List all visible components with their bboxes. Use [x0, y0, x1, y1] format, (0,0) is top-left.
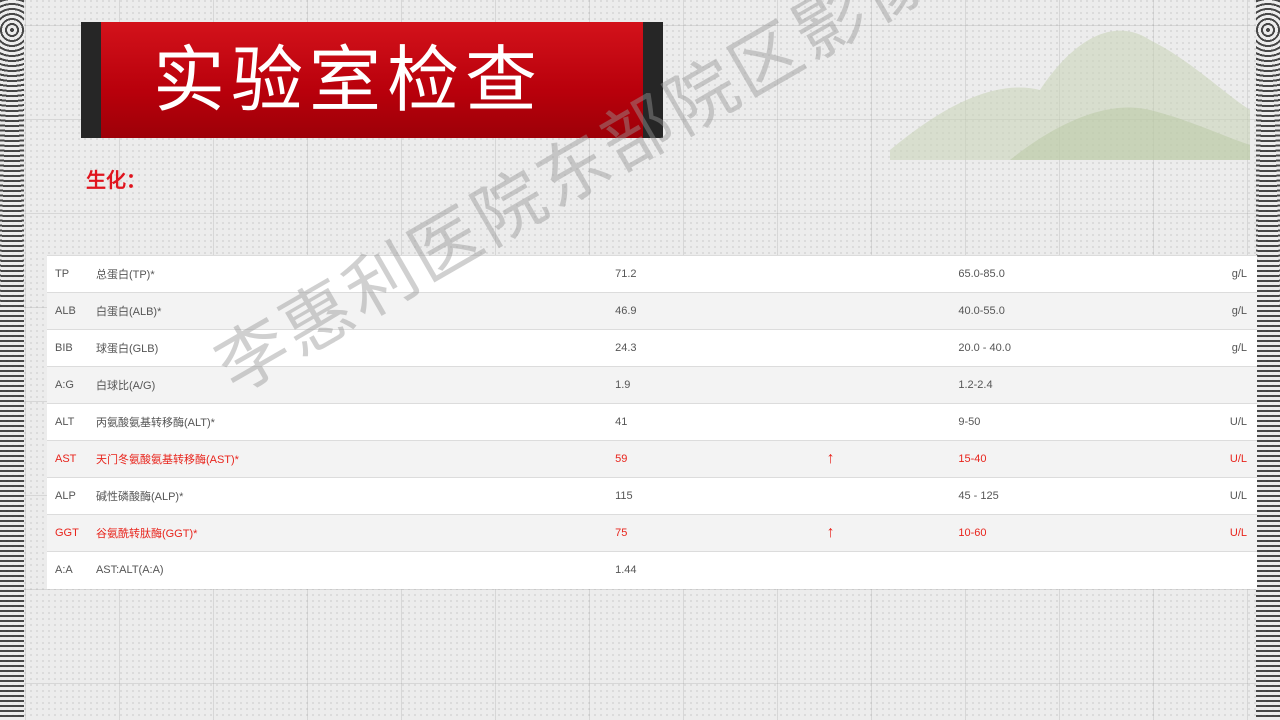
- test-name-cell: 球蛋白(GLB): [95, 343, 159, 355]
- test-name-cell: 碱性磷酸酶(ALP)*: [95, 491, 184, 503]
- unit-cell: U/L: [1229, 453, 1247, 465]
- abnormal-flag-cell: [827, 330, 959, 367]
- abnormal-flag-cell: [827, 367, 959, 404]
- reference-range-cell: 45 - 125: [958, 490, 999, 502]
- abnormal-flag-cell: [827, 404, 959, 441]
- test-name-cell: 谷氨酰转肽酶(GGT)*: [95, 528, 198, 540]
- test-code-cell: GGT: [55, 527, 79, 539]
- unit-cell: U/L: [1229, 527, 1247, 539]
- result-value-cell: 71.2: [615, 268, 637, 280]
- title-banner: 实验室检查: [81, 22, 663, 138]
- test-name-cell: 白球比(A/G): [95, 380, 156, 392]
- result-value-cell: 1.9: [615, 379, 631, 391]
- test-name-cell: 天门冬氨酸氨基转移酶(AST)*: [95, 454, 239, 466]
- reference-range-cell: 40.0-55.0: [958, 305, 1005, 317]
- section-subtitle: 生化：: [86, 168, 146, 192]
- result-value-cell: 41: [615, 416, 628, 428]
- abnormal-flag-cell: [827, 478, 959, 515]
- test-name-cell: 白蛋白(ALB)*: [95, 306, 162, 318]
- test-name-cell: 丙氨酸氨基转移酶(ALT)*: [95, 417, 215, 429]
- table-row: A:G 白球比(A/G) 1.9 1.2-2.4: [47, 366, 1257, 404]
- reference-range-cell: 1.2-2.4: [958, 379, 993, 391]
- unit-cell: U/L: [1229, 416, 1247, 428]
- abnormal-flag-cell: ↑: [826, 524, 835, 541]
- unit-cell: g/L: [1231, 342, 1247, 354]
- table-row: ALP 碱性磷酸酶(ALP)* 115 45 - 125 U/L: [47, 477, 1257, 515]
- reference-range-cell: 20.0 - 40.0: [958, 342, 1011, 354]
- test-code-cell: AST: [55, 453, 77, 465]
- result-value-cell: 1.44: [615, 564, 637, 577]
- slide-title: 实验室检查: [153, 38, 544, 122]
- left-decorative-border: [0, 0, 24, 720]
- abnormal-flag-cell: [827, 293, 959, 330]
- reference-range-cell: 9-50: [958, 416, 981, 428]
- result-value-cell: 59: [615, 453, 628, 465]
- test-code-cell: BIB: [55, 342, 73, 354]
- abnormal-flag-cell: [827, 256, 959, 293]
- table-row: A:A AST:ALT(A:A) 1.44: [47, 551, 1257, 589]
- unit-cell: g/L: [1231, 305, 1247, 317]
- table-row: GGT 谷氨酰转肽酶(GGT)* 75 ↑ 10-60 U/L: [47, 514, 1257, 552]
- test-code-cell: ALB: [55, 305, 76, 317]
- test-code-cell: TP: [55, 268, 70, 280]
- unit-cell: g/L: [1231, 268, 1247, 280]
- test-code-cell: A:G: [55, 379, 74, 391]
- abnormal-flag-cell: [827, 552, 959, 589]
- reference-range-cell: 15-40: [958, 453, 987, 465]
- result-value-cell: 24.3: [615, 342, 637, 354]
- result-value-cell: 46.9: [615, 305, 637, 317]
- lab-results-table: TP 总蛋白(TP)* 71.2 65.0-85.0 g/L ALB 白蛋白(ALB)* 46…: [47, 255, 1257, 589]
- test-code-cell: ALP: [55, 490, 76, 502]
- unit-cell: U/L: [1229, 490, 1247, 502]
- test-code-cell: A:A: [55, 564, 73, 577]
- unit-cell: [1230, 367, 1257, 404]
- table-row: AST 天门冬氨酸氨基转移酶(AST)* 59 ↑ 15-40 U/L: [47, 440, 1257, 478]
- table-row: ALB 白蛋白(ALB)* 46.9 40.0-55.0 g/L: [47, 292, 1257, 330]
- unit-cell: [1230, 552, 1257, 589]
- mountain-ink-decoration: [890, 30, 1250, 160]
- result-value-cell: 115: [615, 490, 633, 502]
- right-decorative-border: [1256, 0, 1280, 720]
- reference-range-cell: 10-60: [958, 527, 987, 539]
- table-row: TP 总蛋白(TP)* 71.2 65.0-85.0 g/L: [47, 255, 1257, 293]
- reference-range-cell: [958, 552, 1230, 589]
- result-value-cell: 75: [615, 527, 628, 539]
- test-name-cell: 总蛋白(TP)*: [95, 269, 155, 281]
- reference-range-cell: 65.0-85.0: [958, 268, 1005, 280]
- test-code-cell: ALT: [55, 416, 75, 428]
- table-row: BIB 球蛋白(GLB) 24.3 20.0 - 40.0 g/L: [47, 329, 1257, 367]
- abnormal-flag-cell: ↑: [826, 450, 835, 467]
- test-name-cell: AST:ALT(A:A): [95, 564, 164, 577]
- table-row: ALT 丙氨酸氨基转移酶(ALT)* 41 9-50 U/L: [47, 403, 1257, 441]
